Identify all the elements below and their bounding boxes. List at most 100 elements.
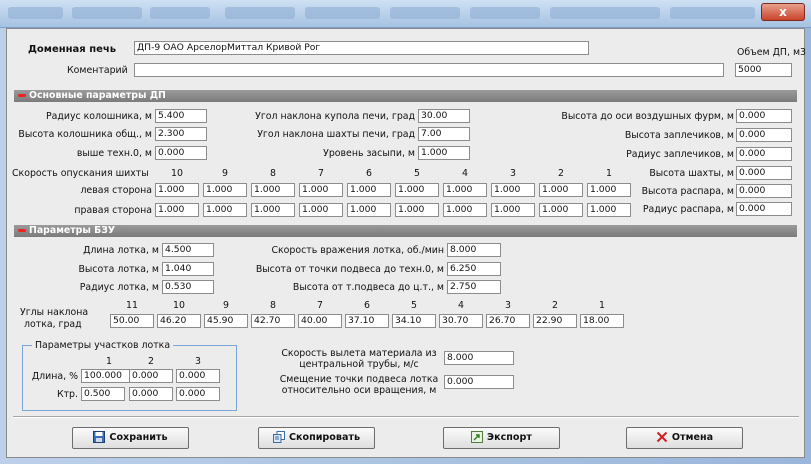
belly-radius-input[interactable]: 0.000: [736, 202, 792, 216]
column-header: 4: [462, 168, 468, 179]
angle-input[interactable]: 34.10: [392, 314, 436, 328]
comment-input[interactable]: [134, 63, 724, 77]
field-label: Высота от т.подвеса до ц.т., м: [292, 282, 444, 293]
section-length-input[interactable]: 0.000: [176, 369, 220, 383]
background-tab: [72, 7, 142, 19]
left-descent-input[interactable]: 1.000: [491, 183, 535, 197]
field-label: Длина лотка, м: [83, 245, 159, 256]
right-side-label: правая сторона: [74, 205, 152, 216]
furnace-input[interactable]: ДП-9 ОАО АрселорМиттал Кривой Рог: [134, 41, 589, 55]
suspension-cg-input[interactable]: 2.750: [447, 280, 501, 294]
field-label: Радиус лотка, м: [79, 282, 159, 293]
bosh-height-input[interactable]: 0.000: [736, 128, 792, 142]
collapse-icon: [18, 94, 26, 97]
field-label: выше техн.0, м: [76, 148, 152, 159]
offset-label: относительно оси вращения, м: [281, 385, 437, 396]
save-label: Сохранить: [109, 432, 168, 443]
right-descent-input[interactable]: 1.000: [155, 203, 199, 217]
column-header: 1: [106, 356, 112, 367]
save-button[interactable]: Сохранить: [72, 427, 189, 449]
above-zero-input[interactable]: 0.000: [155, 146, 207, 160]
angle-input[interactable]: 26.70: [486, 314, 530, 328]
group-title: Параметры участков лотка: [32, 340, 174, 351]
left-descent-input[interactable]: 1.000: [395, 183, 439, 197]
shaft-angle-input[interactable]: 7.00: [418, 127, 470, 141]
material-speed-label: Скорость вылета материала из: [281, 348, 437, 359]
column-header: 10: [171, 168, 183, 179]
material-speed-input[interactable]: 8.000: [444, 351, 514, 365]
left-descent-input[interactable]: 1.000: [299, 183, 343, 197]
copy-button[interactable]: Скопировать: [258, 427, 375, 449]
right-descent-input[interactable]: 1.000: [299, 203, 343, 217]
save-icon: [93, 431, 106, 443]
bosh-radius-input[interactable]: 0.000: [736, 147, 792, 161]
close-icon: x: [779, 5, 787, 19]
angle-input[interactable]: 50.00: [110, 314, 154, 328]
column-header: 8: [270, 168, 276, 179]
angle-input[interactable]: 18.00: [580, 314, 624, 328]
offset-input[interactable]: 0.000: [444, 375, 514, 389]
section-length-input[interactable]: 0.000: [129, 369, 173, 383]
throat-height-input[interactable]: 2.300: [155, 127, 207, 141]
chute-height-input[interactable]: 1.040: [162, 262, 214, 276]
angle-input[interactable]: 45.90: [204, 314, 248, 328]
ktr-input[interactable]: 0.000: [129, 387, 173, 401]
right-descent-input[interactable]: 1.000: [443, 203, 487, 217]
volume-input[interactable]: 5000: [735, 63, 792, 77]
angles-label: лотка, град: [24, 319, 82, 330]
left-descent-input[interactable]: 1.000: [347, 183, 391, 197]
chute-length-input[interactable]: 4.500: [162, 243, 214, 257]
column-header: 3: [505, 300, 511, 311]
ktr-input[interactable]: 0.500: [81, 387, 125, 401]
angle-input[interactable]: 46.20: [157, 314, 201, 328]
fill-level-input[interactable]: 1.000: [418, 146, 470, 160]
cancel-x-icon: [656, 431, 668, 443]
chute-radius-input[interactable]: 0.530: [162, 280, 214, 294]
left-descent-input[interactable]: 1.000: [539, 183, 583, 197]
close-button[interactable]: x: [761, 3, 805, 21]
column-header: 8: [270, 300, 276, 311]
left-descent-input[interactable]: 1.000: [203, 183, 247, 197]
dome-angle-input[interactable]: 30.00: [418, 109, 470, 123]
angle-input[interactable]: 22.90: [533, 314, 577, 328]
rotation-speed-input[interactable]: 8.000: [447, 243, 501, 257]
right-descent-input[interactable]: 1.000: [203, 203, 247, 217]
angle-input[interactable]: 30.70: [439, 314, 483, 328]
suspension-height-input[interactable]: 6.250: [447, 262, 501, 276]
throat-radius-input[interactable]: 5.400: [155, 109, 207, 123]
column-header: 3: [510, 168, 516, 179]
left-descent-input[interactable]: 1.000: [155, 183, 199, 197]
section-main-params[interactable]: Основные параметры ДП: [14, 90, 797, 102]
section-title: Параметры БЗУ: [29, 225, 116, 236]
right-descent-input[interactable]: 1.000: [491, 203, 535, 217]
right-descent-input[interactable]: 1.000: [539, 203, 583, 217]
belly-height-input[interactable]: 0.000: [736, 184, 792, 198]
right-descent-input[interactable]: 1.000: [395, 203, 439, 217]
export-button[interactable]: Экспорт: [443, 427, 560, 449]
ktr-input[interactable]: 0.000: [176, 387, 220, 401]
column-header: 2: [558, 168, 564, 179]
right-descent-input[interactable]: 1.000: [587, 203, 631, 217]
copy-icon: [272, 431, 285, 443]
cancel-button[interactable]: Отмена: [626, 427, 743, 449]
shaft-height-input[interactable]: 0.000: [736, 166, 792, 180]
section-length-input[interactable]: 100.000: [81, 369, 133, 383]
comment-label: Коментарий: [67, 65, 128, 76]
right-descent-input[interactable]: 1.000: [347, 203, 391, 217]
angle-input[interactable]: 42.70: [251, 314, 295, 328]
background-tab: [150, 7, 210, 19]
left-descent-input[interactable]: 1.000: [587, 183, 631, 197]
angle-input[interactable]: 37.10: [345, 314, 389, 328]
tuyere-height-input[interactable]: 0.000: [736, 109, 792, 123]
left-descent-input[interactable]: 1.000: [251, 183, 295, 197]
column-header: 7: [318, 168, 324, 179]
divider: [13, 416, 799, 418]
column-header: 6: [366, 168, 372, 179]
field-label: Уровень засыпи, м: [323, 148, 415, 159]
section-bzu-params[interactable]: Параметры БЗУ: [14, 225, 797, 237]
field-label: Высота лотка, м: [78, 264, 159, 275]
background-tab: [8, 7, 63, 19]
angle-input[interactable]: 40.00: [298, 314, 342, 328]
left-descent-input[interactable]: 1.000: [443, 183, 487, 197]
right-descent-input[interactable]: 1.000: [251, 203, 295, 217]
